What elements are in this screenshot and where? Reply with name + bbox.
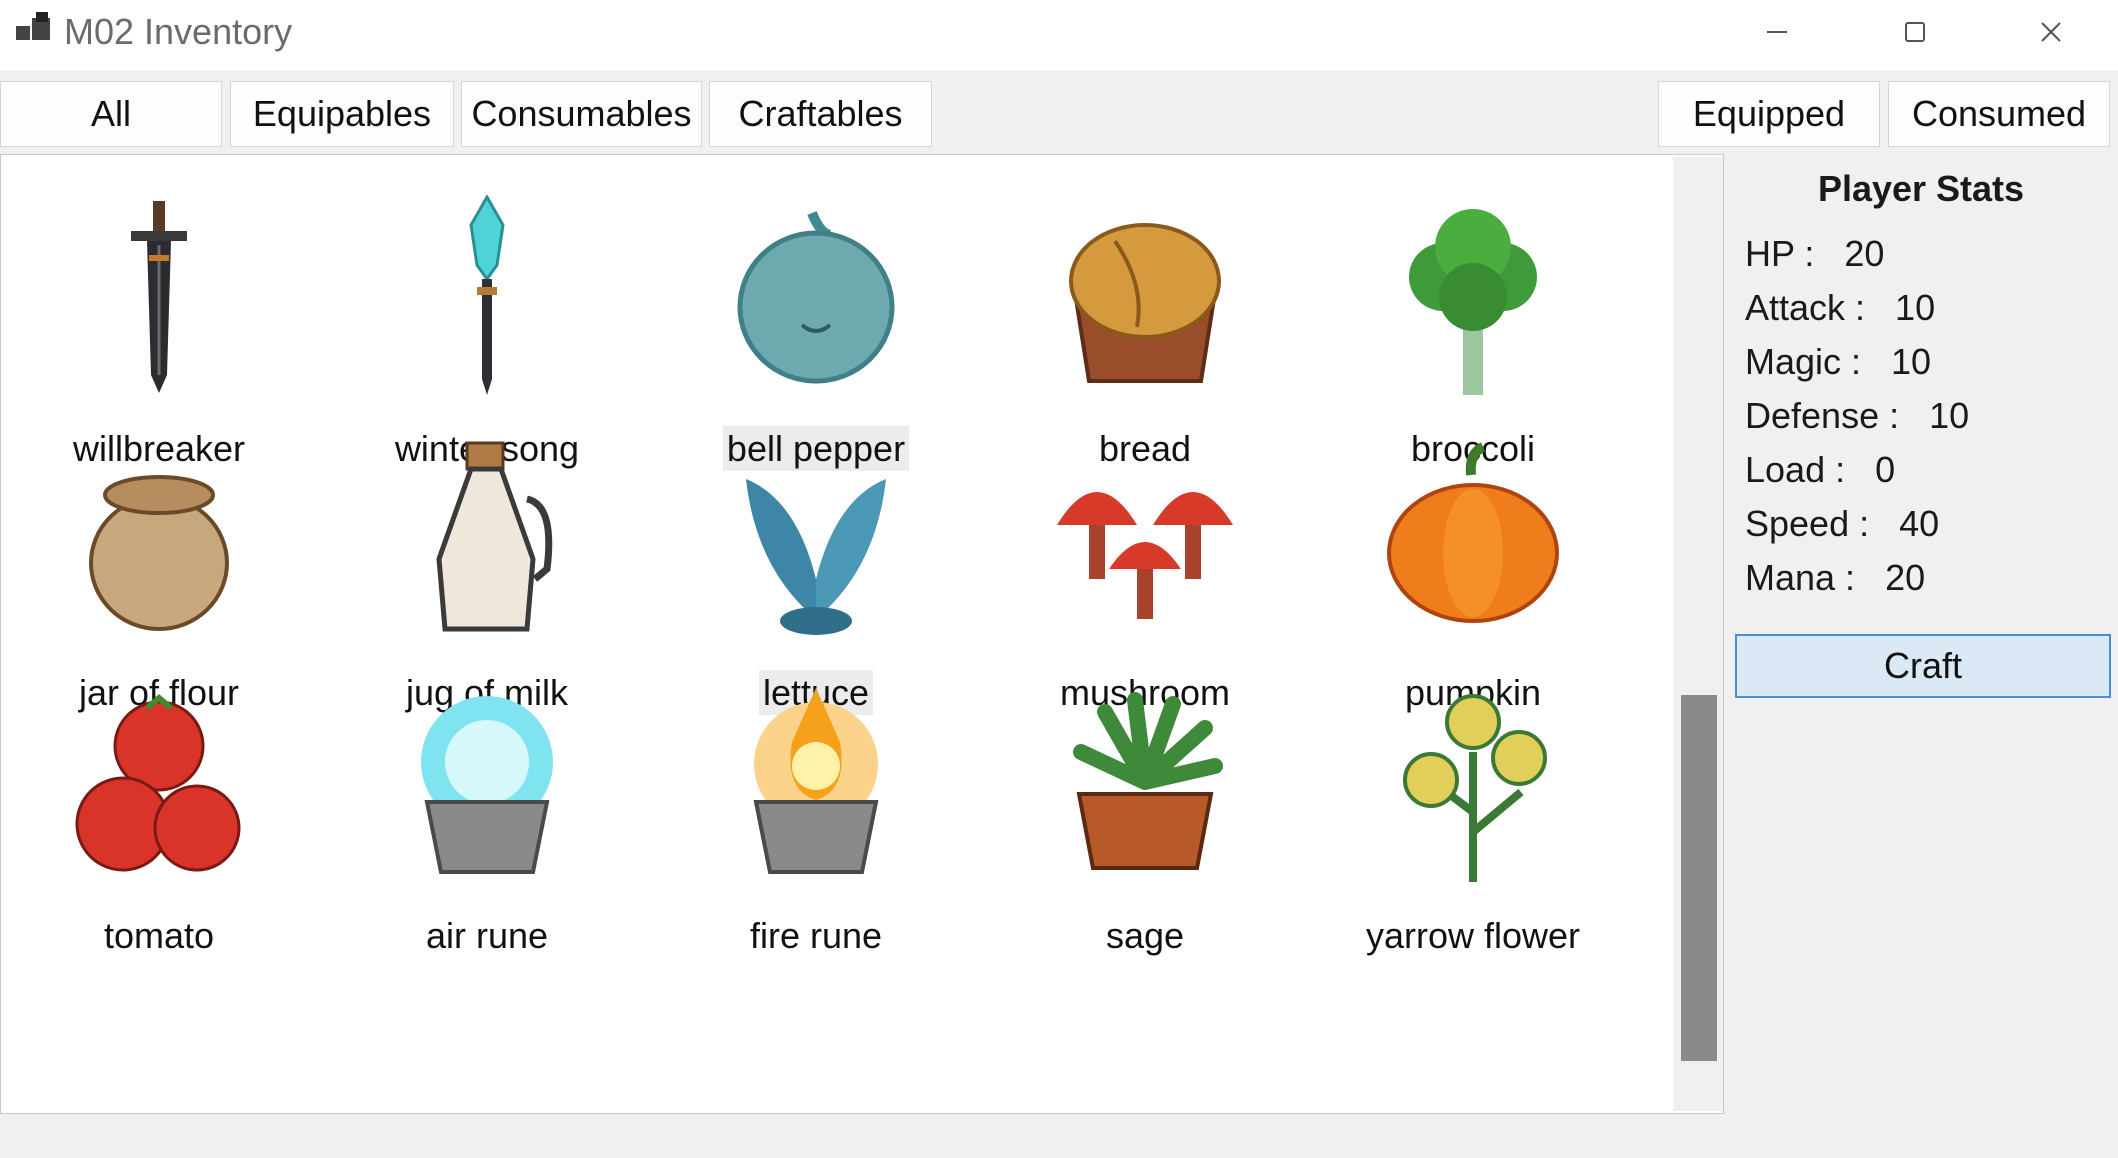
tab-equipables[interactable]: Equipables bbox=[230, 81, 454, 147]
pumpkin-icon bbox=[1387, 442, 1559, 623]
tab-consumed[interactable]: Consumed bbox=[1888, 81, 2110, 147]
bread-icon bbox=[1069, 223, 1221, 383]
scrollbar-thumb[interactable] bbox=[1681, 695, 1717, 1061]
minimize-button[interactable] bbox=[1712, 0, 1842, 64]
item-name: air rune bbox=[425, 915, 549, 956]
tab-equipped[interactable]: Equipped bbox=[1658, 81, 1880, 147]
inventory-panel: willbreaker winter song bell pepper brea… bbox=[0, 154, 1724, 1114]
window-title: M02 Inventory bbox=[64, 11, 293, 52]
player-stats-title: Player Stats bbox=[1817, 168, 2025, 209]
stat-load: Load : 0 bbox=[1745, 449, 1896, 490]
milk-jug-icon bbox=[436, 441, 553, 632]
bell-pepper-icon bbox=[737, 211, 895, 384]
stat-defense: Defense : 10 bbox=[1745, 395, 1970, 436]
item-name: fire rune bbox=[749, 915, 883, 956]
fire-rune-icon bbox=[753, 688, 879, 874]
inventory-item-air-rune[interactable]: air rune bbox=[337, 682, 637, 992]
inventory-item-tomato[interactable]: tomato bbox=[9, 682, 309, 992]
app-icon bbox=[16, 12, 50, 40]
mushroom-icon bbox=[1057, 492, 1233, 619]
tab-all[interactable]: All bbox=[0, 81, 222, 147]
stat-magic: Magic : 10 bbox=[1745, 341, 1932, 382]
title-bar: M02 Inventory bbox=[0, 0, 2118, 70]
stat-attack: Attack : 10 bbox=[1745, 287, 1936, 328]
inventory-item-sage[interactable]: sage bbox=[995, 682, 1295, 992]
ice-staff-icon bbox=[469, 195, 505, 395]
craft-button[interactable]: Craft bbox=[1735, 634, 2111, 698]
air-rune-icon bbox=[421, 696, 553, 874]
inventory-item-yarrow-flower[interactable]: yarrow flower bbox=[1323, 682, 1623, 992]
item-name: tomato bbox=[103, 915, 215, 956]
sword-icon bbox=[131, 201, 187, 393]
tab-craftables[interactable]: Craftables bbox=[709, 81, 932, 147]
tomato-icon bbox=[75, 694, 241, 872]
inventory-item-fire-rune[interactable]: fire rune bbox=[666, 682, 966, 992]
close-button[interactable] bbox=[1986, 0, 2116, 64]
stat-mana: Mana : 20 bbox=[1745, 557, 1926, 598]
item-name: yarrow flower bbox=[1365, 915, 1581, 956]
broccoli-icon bbox=[1409, 209, 1537, 395]
tab-consumables[interactable]: Consumables bbox=[461, 81, 702, 147]
flour-jar-icon bbox=[89, 475, 229, 631]
sage-icon bbox=[1073, 692, 1223, 870]
maximize-button[interactable] bbox=[1850, 0, 1980, 64]
close-icon bbox=[2041, 22, 2061, 42]
item-name: sage bbox=[1105, 915, 1185, 956]
yarrow-flower-icon bbox=[1403, 694, 1547, 882]
stat-hp: HP : 20 bbox=[1745, 233, 1885, 274]
minimize-icon bbox=[1767, 31, 1787, 33]
stat-speed: Speed : 40 bbox=[1745, 503, 1940, 544]
lettuce-icon bbox=[746, 479, 886, 635]
maximize-icon bbox=[1905, 22, 1925, 42]
